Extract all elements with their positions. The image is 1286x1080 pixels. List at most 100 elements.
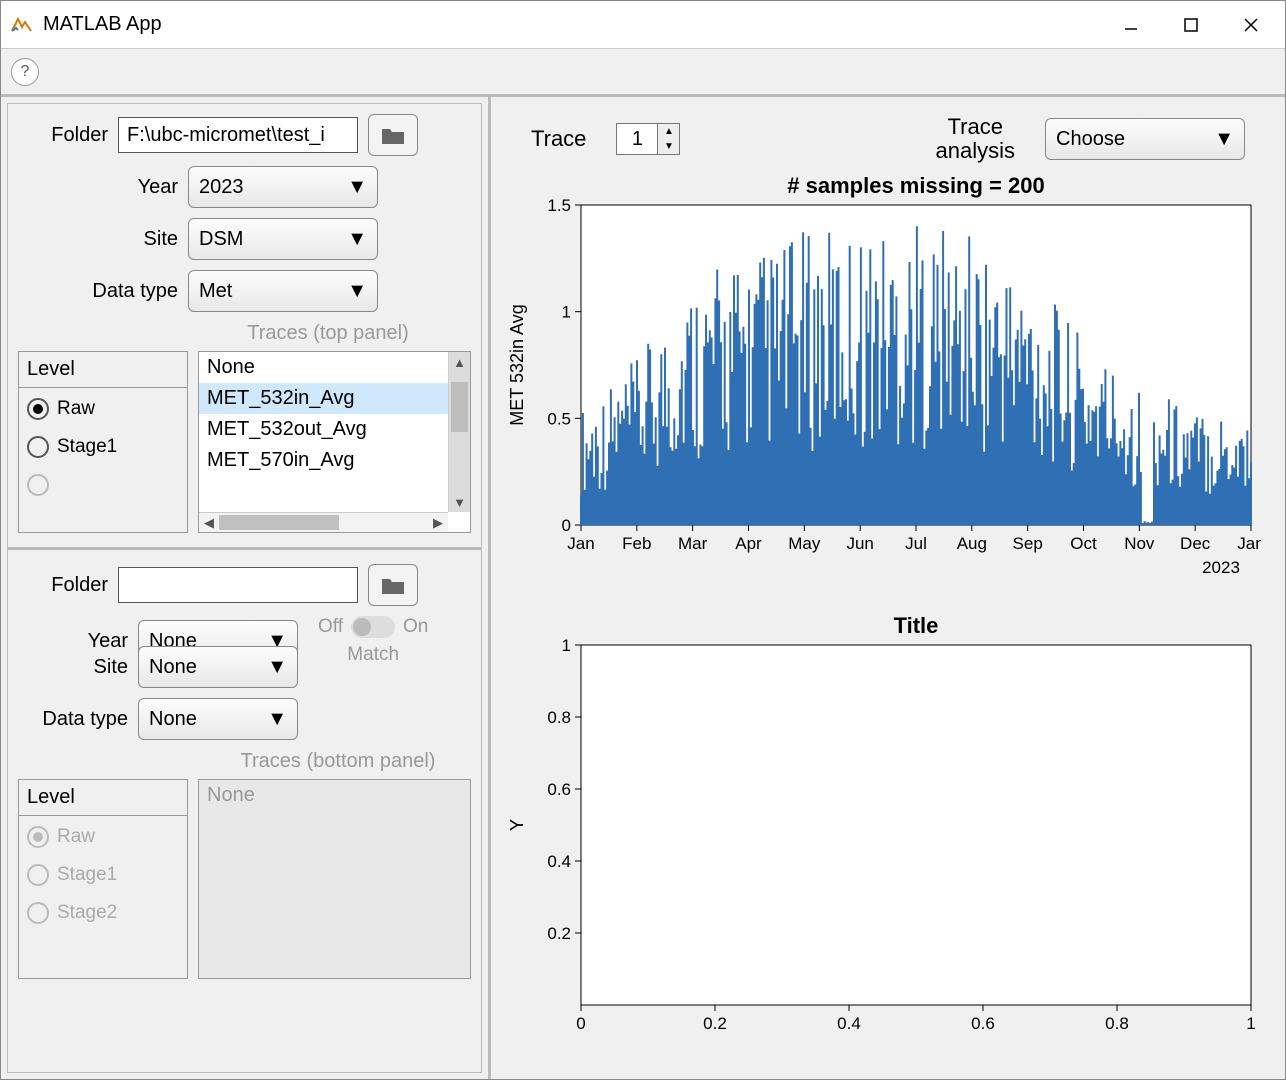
svg-text:Jun: Jun [846, 534, 873, 553]
left-column: Folder Year 2023▼ Site DSM▼ Data type Me… [1, 97, 491, 1079]
svg-text:0.6: 0.6 [971, 1014, 995, 1033]
svg-text:1: 1 [562, 303, 571, 322]
level-radio-empty-top [27, 474, 179, 496]
site-dropdown-bottom[interactable]: None▼ [138, 646, 298, 688]
traces-bottom-label: Traces (bottom panel) [208, 750, 468, 773]
dtype-value-bottom: None [149, 708, 197, 731]
level-header-top: Level [19, 352, 187, 388]
svg-text:0: 0 [562, 516, 571, 535]
svg-text:Mar: Mar [678, 534, 708, 553]
match-toggle[interactable] [351, 616, 395, 638]
folder-label-bottom: Folder [18, 574, 118, 597]
svg-text:1.5: 1.5 [547, 196, 571, 215]
svg-text:May: May [788, 534, 821, 553]
scroll-up-icon[interactable]: ▲ [449, 352, 470, 372]
svg-text:1: 1 [562, 636, 571, 655]
top-plot[interactable]: # samples missing = 20000.511.5MET 532in… [501, 175, 1275, 595]
folder-icon [381, 125, 405, 145]
radio-raw-label-b: Raw [57, 826, 95, 848]
chevron-down-icon: ▼ [347, 280, 367, 303]
window-title: MATLAB App [43, 13, 1101, 36]
level-radio-stage1-top[interactable]: Stage1 [27, 436, 179, 458]
close-button[interactable] [1221, 5, 1281, 45]
list-item[interactable]: MET_532out_Avg [199, 414, 470, 445]
level-radio-raw-bottom: Raw [27, 826, 179, 848]
window-buttons [1101, 5, 1281, 45]
list-item[interactable]: None [199, 352, 470, 383]
spinner-up-icon[interactable]: ▲ [658, 124, 679, 139]
plot-top-svg: # samples missing = 20000.511.5MET 532in… [501, 175, 1261, 595]
traces-listbox-bottom: None [198, 779, 471, 979]
toggle-on-label: On [403, 616, 428, 638]
year-dropdown-top[interactable]: 2023▼ [188, 166, 378, 208]
svg-text:0.6: 0.6 [547, 780, 571, 799]
svg-text:2023: 2023 [1202, 558, 1240, 577]
trace-analysis-dropdown[interactable]: Choose ▼ [1045, 118, 1245, 160]
svg-text:Sep: Sep [1013, 534, 1043, 553]
level-radio-raw-top[interactable]: Raw [27, 398, 179, 420]
traces-listbox-top[interactable]: None MET_532in_Avg MET_532out_Avg MET_57… [198, 351, 471, 533]
minimize-button[interactable] [1101, 5, 1161, 45]
svg-text:Dec: Dec [1180, 534, 1211, 553]
year-label-top: Year [18, 176, 188, 199]
list-item: None [199, 780, 470, 811]
folder-input-bottom[interactable] [118, 567, 358, 603]
svg-text:0.8: 0.8 [1105, 1014, 1129, 1033]
scroll-thumb-h[interactable] [219, 515, 339, 530]
titlebar: MATLAB App [1, 1, 1285, 49]
svg-text:Aug: Aug [957, 534, 987, 553]
traces-top-label: Traces (top panel) [208, 322, 448, 345]
radio-stage2-label-b: Stage2 [57, 902, 117, 924]
help-button[interactable]: ? [11, 58, 39, 86]
browse-folder-button-bottom[interactable] [368, 564, 418, 606]
scroll-thumb[interactable] [451, 382, 468, 432]
svg-text:0.2: 0.2 [703, 1014, 727, 1033]
match-toggle-area: Off On Match [318, 616, 428, 666]
toolbar: ? [1, 49, 1285, 95]
svg-text:Apr: Apr [735, 534, 762, 553]
scroll-right-icon[interactable]: ▶ [428, 515, 448, 531]
svg-text:# samples missing = 200: # samples missing = 200 [787, 175, 1044, 198]
spinner-down-icon[interactable]: ▼ [658, 139, 679, 154]
svg-text:Nov: Nov [1124, 534, 1155, 553]
maximize-button[interactable] [1161, 5, 1221, 45]
svg-text:1: 1 [1246, 1014, 1255, 1033]
dtype-label-top: Data type [18, 280, 188, 303]
folder-label: Folder [18, 124, 118, 147]
trace-spinner-label: Trace [531, 126, 586, 152]
chevron-down-icon: ▼ [1214, 128, 1234, 151]
scroll-left-icon[interactable]: ◀ [199, 515, 219, 531]
trace-spinner[interactable]: 1 ▲▼ [616, 123, 680, 155]
scroll-down-icon[interactable]: ▼ [449, 492, 470, 512]
dtype-dropdown-bottom[interactable]: None ▼ [138, 698, 298, 740]
chevron-down-icon: ▼ [347, 176, 367, 199]
radio-stage1-label-b: Stage1 [57, 864, 117, 886]
folder-input-top[interactable] [118, 117, 358, 153]
svg-text:0.4: 0.4 [837, 1014, 861, 1033]
chevron-down-icon: ▼ [267, 656, 287, 679]
svg-text:Jan: Jan [1237, 534, 1261, 553]
level-radio-stage2-bottom: Stage2 [27, 902, 179, 924]
level-header-bottom: Level [19, 780, 187, 816]
top-config-panel: Folder Year 2023▼ Site DSM▼ Data type Me… [7, 103, 482, 550]
right-column: Trace 1 ▲▼ Trace analysis Choose▼ # samp… [491, 97, 1285, 1079]
site-dropdown-top[interactable]: DSM▼ [188, 218, 378, 260]
list-item[interactable]: MET_570in_Avg [199, 445, 470, 476]
site-label-bottom: Site [18, 656, 138, 679]
browse-folder-button-top[interactable] [368, 114, 418, 156]
list-item[interactable]: MET_532in_Avg [199, 383, 470, 414]
dtype-dropdown-top[interactable]: Met▼ [188, 270, 378, 312]
bottom-config-panel: Folder Year None▼ Off On [7, 550, 482, 1073]
site-label-top: Site [18, 228, 188, 251]
analysis-value: Choose [1056, 128, 1125, 151]
chevron-down-icon: ▼ [347, 228, 367, 251]
bottom-plot[interactable]: Title0.20.40.60.81Y00.20.40.60.81 [501, 615, 1275, 1045]
year-label-bottom: Year [18, 630, 138, 653]
svg-text:Oct: Oct [1070, 534, 1097, 553]
svg-text:0.8: 0.8 [547, 708, 571, 727]
list-scrollbar-horizontal[interactable]: ◀ ▶ [199, 512, 448, 532]
list-scrollbar-vertical[interactable]: ▲ ▼ [448, 352, 470, 512]
content-area: Folder Year 2023▼ Site DSM▼ Data type Me… [1, 95, 1285, 1079]
match-label: Match [347, 644, 399, 666]
chevron-down-icon: ▼ [267, 708, 287, 731]
